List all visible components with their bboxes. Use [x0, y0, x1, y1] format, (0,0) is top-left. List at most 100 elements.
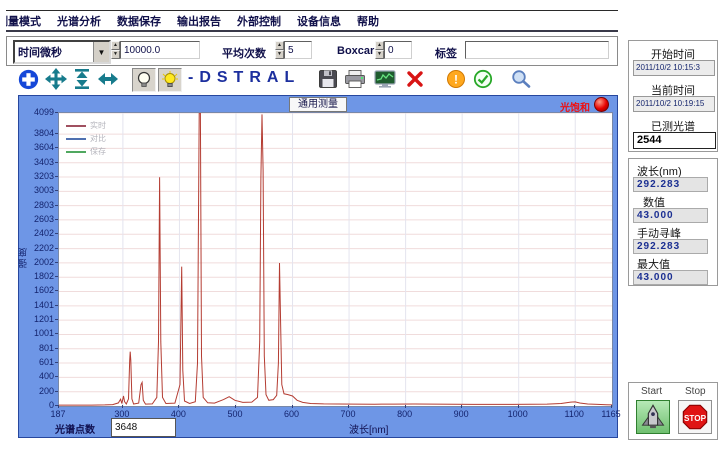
value-value: 43.000	[633, 208, 708, 223]
search-button[interactable]	[510, 68, 532, 90]
current-time-value: 2011/10/2 10:19:15	[633, 96, 715, 112]
menu-item-5[interactable]: 设备信息	[297, 13, 341, 29]
plot-area[interactable]: 实时对比保存	[58, 112, 613, 407]
x-tick-label: 1165	[594, 409, 628, 419]
x-tick-mark	[235, 405, 236, 408]
x-tick-label: 500	[218, 409, 252, 419]
x-axis-title: 波长[nm]	[349, 421, 388, 436]
move-icon	[45, 68, 67, 90]
close-button[interactable]	[404, 68, 426, 90]
spectrum-points-input[interactable]	[111, 418, 176, 437]
x-tick-label: 600	[275, 409, 309, 419]
y-tick-mark	[55, 147, 58, 148]
x-tick-mark	[348, 405, 349, 408]
y-tick-mark	[55, 319, 58, 320]
tag-label: 标签	[435, 45, 457, 61]
display-button[interactable]	[374, 68, 396, 90]
lamp-off-button[interactable]	[132, 68, 156, 92]
start-time-value: 2011/10/2 10:15:3	[633, 60, 715, 76]
monitor-chart-icon	[374, 69, 396, 89]
chart-bottom-row: 光谱点数 波长[nm]	[19, 418, 619, 436]
y-tick-label: 801	[24, 344, 54, 353]
stop-sign-icon: STOP	[681, 403, 709, 431]
lamp-off-icon	[136, 71, 152, 89]
y-tick-mark	[55, 276, 58, 277]
y-tick-mark	[55, 362, 58, 363]
y-tick-label: 2202	[24, 244, 54, 253]
integration-time-stepper[interactable]: ▲▼	[111, 41, 120, 59]
printer-icon	[344, 69, 366, 89]
chart-legend: 实时对比保存	[66, 119, 106, 158]
x-tick-mark	[58, 405, 59, 408]
menu-item-2[interactable]: 数据保存	[117, 13, 161, 29]
boxcar-input[interactable]	[384, 41, 412, 59]
lamp-on-button[interactable]	[158, 68, 182, 92]
y-tick-mark	[55, 219, 58, 220]
y-tick-label: 2803	[24, 201, 54, 210]
search-icon	[510, 69, 532, 89]
x-tick-label: 187	[41, 409, 75, 419]
y-tick-label: 2402	[24, 229, 54, 238]
add-button[interactable]	[17, 68, 39, 90]
wavelength-value: 292.283	[633, 177, 708, 192]
x-tick-mark	[292, 405, 293, 408]
y-tick-mark	[55, 162, 58, 163]
menu-item-3[interactable]: 输出报告	[177, 13, 221, 29]
x-tick-label: 700	[331, 409, 365, 419]
x-tick-mark	[405, 405, 406, 408]
session-info-panel: 开始时间 2011/10/2 10:15:3 当前时间 2011/10/2 10…	[628, 40, 718, 152]
vertical-arrows-icon	[72, 68, 92, 90]
menu-item-1[interactable]: 光谱分析	[57, 13, 101, 29]
chevron-down-icon[interactable]: ▼	[93, 42, 109, 62]
menu-item-4[interactable]: 外部控制	[237, 13, 281, 29]
menu-item-0[interactable]: 测量模式	[6, 13, 41, 29]
horizontal-zoom-button[interactable]	[97, 68, 119, 90]
average-count-stepper[interactable]: ▲▼	[275, 41, 284, 59]
y-tick-mark	[55, 248, 58, 249]
control-bar: 时间微秒 ▼ ▲▼ 平均次数 ▲▼ Boxcar ▲▼ 标签	[6, 36, 618, 66]
x-tick-mark	[518, 405, 519, 408]
print-button[interactable]	[344, 68, 366, 90]
manual-peak-value: 292.283	[633, 239, 708, 254]
spectrum-trace	[59, 113, 612, 405]
warning-button[interactable]: !	[445, 68, 467, 90]
menu-item-6[interactable]: 帮助	[357, 13, 379, 29]
stop-button[interactable]: STOP	[678, 400, 712, 434]
chart-panel: 通用测量 光饱和 实时对比保存 强度 光谱点数 波长[nm] 020040060…	[18, 95, 618, 438]
save-icon	[318, 69, 338, 89]
average-count-input[interactable]	[284, 41, 312, 59]
legend-label: 对比	[90, 133, 106, 144]
y-tick-mark	[55, 233, 58, 234]
legend-line-icon	[66, 125, 86, 127]
y-tick-label: 400	[24, 372, 54, 381]
confirm-button[interactable]	[472, 68, 494, 90]
svg-text:STOP: STOP	[684, 414, 707, 423]
integration-mode-select[interactable]: 时间微秒 ▼	[13, 40, 111, 64]
save-button[interactable]	[317, 68, 339, 90]
spectrum-points-label: 光谱点数	[55, 421, 95, 436]
menu-bar: 测量模式光谱分析数据保存输出报告外部控制设备信息帮助	[6, 10, 618, 32]
y-tick-label: 3403	[24, 158, 54, 167]
y-tick-mark	[55, 376, 58, 377]
pan-button[interactable]	[45, 68, 67, 90]
start-button[interactable]	[636, 400, 670, 434]
max-value-value: 43.000	[633, 270, 708, 285]
legend-label: 实时	[90, 120, 106, 131]
vertical-zoom-button[interactable]	[71, 68, 93, 90]
svg-text:!: !	[454, 73, 458, 87]
y-tick-mark	[55, 190, 58, 191]
y-tick-mark	[55, 333, 58, 334]
x-tick-label: 1100	[557, 409, 591, 419]
y-tick-mark	[55, 305, 58, 306]
legend-item-0: 实时	[66, 119, 106, 132]
tag-input[interactable]	[465, 41, 609, 59]
saturation-label: 光饱和	[560, 99, 590, 114]
toolbar: -DSTRAL	[6, 66, 618, 94]
run-controls-panel: Start Stop STOP	[628, 382, 718, 440]
y-tick-label: 200	[24, 387, 54, 396]
y-tick-label: 4099	[24, 108, 54, 117]
y-tick-mark	[55, 391, 58, 392]
saturation-led-icon	[594, 97, 609, 112]
integration-time-input[interactable]	[120, 41, 200, 59]
boxcar-stepper[interactable]: ▲▼	[375, 41, 384, 59]
